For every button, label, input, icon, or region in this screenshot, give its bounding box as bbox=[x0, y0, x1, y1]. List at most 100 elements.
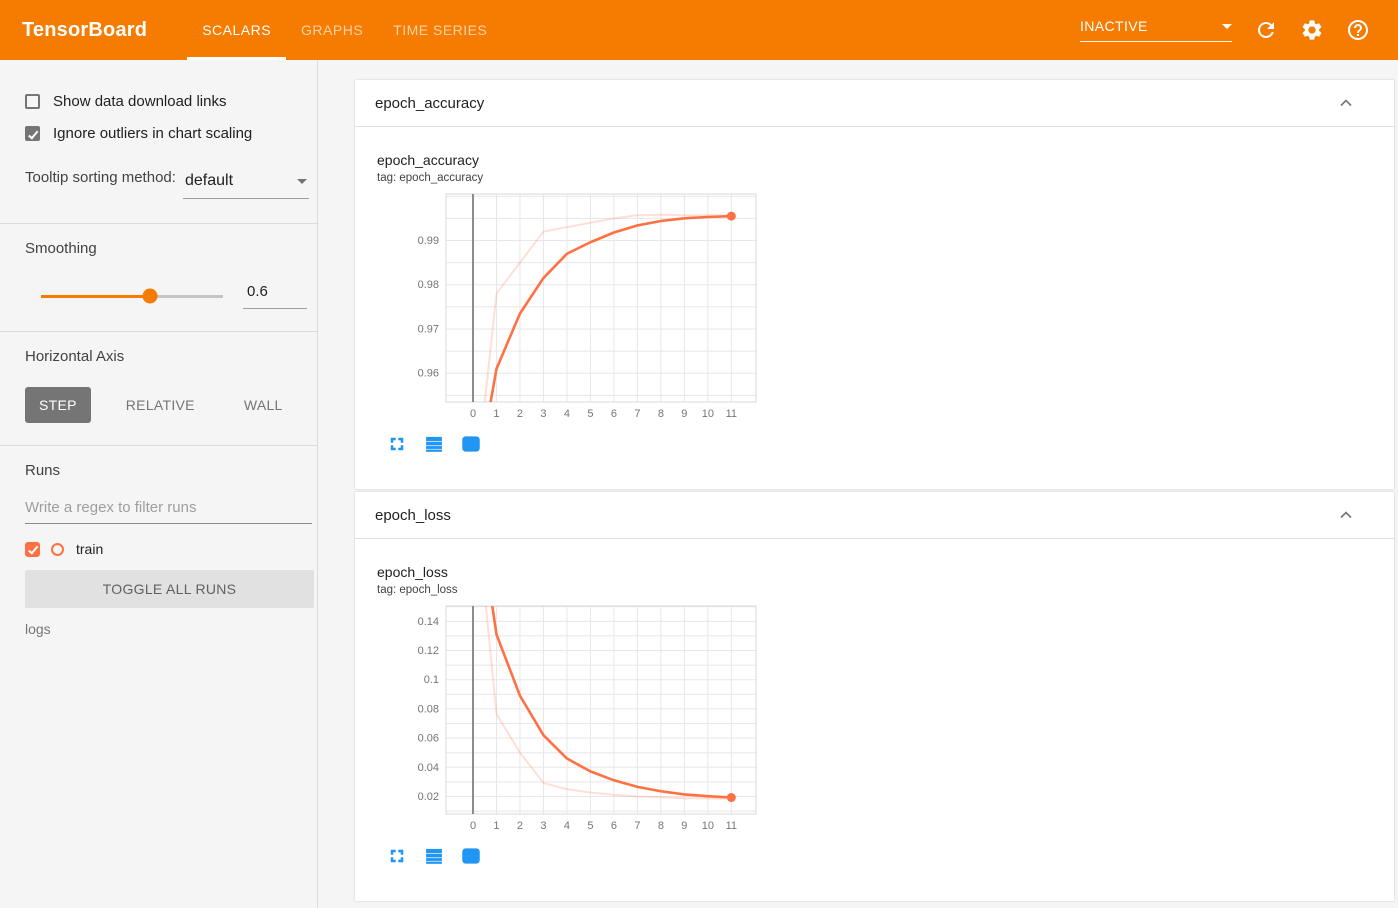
smoothing-value-input[interactable]: 0.6 bbox=[243, 283, 307, 309]
section-header-epoch-accuracy[interactable]: epoch_accuracy bbox=[355, 80, 1394, 127]
section-header-epoch-loss[interactable]: epoch_loss bbox=[355, 492, 1394, 539]
section-title: epoch_loss bbox=[375, 506, 451, 524]
wall-button[interactable]: WALL bbox=[230, 387, 297, 423]
run-status-select[interactable]: INACTIVE bbox=[1080, 18, 1232, 42]
svg-text:11: 11 bbox=[726, 408, 737, 420]
svg-text:8: 8 bbox=[658, 408, 664, 420]
step-button[interactable]: STEP bbox=[25, 387, 91, 423]
svg-text:10: 10 bbox=[702, 408, 714, 420]
show-download-links-checkbox[interactable] bbox=[25, 94, 40, 109]
svg-text:7: 7 bbox=[634, 820, 640, 832]
slider-track[interactable] bbox=[41, 294, 223, 298]
section-epoch-accuracy: epoch_accuracy epoch_accuracy tag: epoch… bbox=[355, 80, 1394, 489]
section-title: epoch_accuracy bbox=[375, 94, 485, 112]
svg-text:2: 2 bbox=[517, 820, 523, 832]
svg-text:0: 0 bbox=[470, 408, 476, 420]
chart-title: epoch_accuracy bbox=[377, 152, 479, 168]
sidebar-general-section: Show data download links Ignore outliers… bbox=[0, 60, 317, 223]
chart-title: epoch_loss bbox=[377, 564, 448, 580]
slider-thumb[interactable] bbox=[142, 288, 158, 304]
fullscreen-button[interactable] bbox=[387, 434, 407, 454]
run-item-train[interactable]: train bbox=[25, 541, 309, 557]
chart-actions bbox=[387, 846, 1394, 866]
relative-button[interactable]: RELATIVE bbox=[112, 387, 209, 423]
tensorboard-logo: TensorBoard bbox=[22, 18, 148, 41]
tooltip-sorting-row: Tooltip sorting method: default bbox=[25, 168, 309, 199]
log-scale-icon bbox=[426, 848, 442, 864]
svg-text:0.14: 0.14 bbox=[418, 616, 439, 628]
tab-graphs[interactable]: GRAPHS bbox=[286, 0, 378, 60]
tooltip-sorting-value: default bbox=[185, 172, 234, 189]
chevron-down-icon bbox=[1222, 23, 1232, 29]
sidebar-horizontal-axis-section: Horizontal Axis STEP RELATIVE WALL bbox=[0, 331, 317, 445]
gear-icon bbox=[1302, 20, 1322, 40]
collapse-section-button[interactable] bbox=[1336, 91, 1360, 115]
svg-text:0.04: 0.04 bbox=[418, 762, 439, 774]
runs-filter-input[interactable] bbox=[25, 493, 312, 524]
section-epoch-loss: epoch_loss epoch_loss tag: epoch_loss 0 1… bbox=[355, 492, 1394, 901]
svg-text:10: 10 bbox=[702, 820, 714, 832]
chevron-up-icon bbox=[1340, 511, 1352, 519]
horizontal-axis-buttons: STEP RELATIVE WALL bbox=[25, 387, 309, 423]
show-download-links-row[interactable]: Show data download links bbox=[25, 93, 309, 110]
log-scale-button[interactable] bbox=[424, 846, 444, 866]
svg-text:0.08: 0.08 bbox=[418, 703, 439, 715]
fit-domain-button[interactable] bbox=[461, 434, 481, 454]
ignore-outliers-checkbox[interactable] bbox=[25, 126, 40, 141]
svg-text:8: 8 bbox=[658, 820, 664, 832]
svg-text:3: 3 bbox=[540, 820, 546, 832]
log-scale-button[interactable] bbox=[424, 434, 444, 454]
fullscreen-icon bbox=[390, 437, 404, 451]
run-name-label: train bbox=[76, 541, 104, 557]
main-tabs: SCALARS GRAPHS TIME SERIES bbox=[187, 0, 502, 60]
sidebar-runs-section: Runs train TOGGLE ALL RUNS logs bbox=[0, 445, 317, 659]
sidebar-smoothing-section: Smoothing 0.6 bbox=[0, 223, 317, 331]
run-color-swatch[interactable] bbox=[51, 542, 64, 556]
scalar-chart-card: epoch_loss tag: epoch_loss 0 1 2 3 4 5 6 7 8 9 10 1… bbox=[377, 564, 1394, 866]
tooltip-sorting-select[interactable]: default bbox=[183, 170, 309, 199]
runs-label: Runs bbox=[25, 462, 61, 479]
toggle-all-runs-button[interactable]: TOGGLE ALL RUNS bbox=[25, 570, 314, 608]
svg-text:4: 4 bbox=[564, 820, 570, 832]
collapse-section-button[interactable] bbox=[1336, 503, 1360, 527]
svg-text:0: 0 bbox=[470, 820, 476, 832]
header-actions: INACTIVE bbox=[1080, 0, 1398, 60]
svg-text:6: 6 bbox=[611, 820, 617, 832]
fullscreen-button[interactable] bbox=[387, 846, 407, 866]
svg-text:3: 3 bbox=[540, 408, 546, 420]
tab-scalars[interactable]: SCALARS bbox=[187, 0, 287, 60]
check-icon bbox=[28, 128, 39, 139]
settings-button[interactable] bbox=[1300, 18, 1324, 42]
svg-text:0.12: 0.12 bbox=[418, 645, 439, 657]
help-button[interactable] bbox=[1346, 18, 1370, 42]
scalar-chart-svg[interactable]: 0 1 2 3 4 5 6 7 8 9 10 11 0.02 0.04 0.06 0.08 0.1 0.12 0.1… bbox=[377, 603, 761, 841]
tooltip-sorting-label: Tooltip sorting method: bbox=[25, 169, 176, 186]
svg-text:1: 1 bbox=[493, 408, 499, 420]
scalar-chart-svg[interactable]: 0 1 2 3 4 5 6 7 8 9 10 11 0.96 0.97 0.98 0.99 bbox=[377, 191, 761, 429]
chevron-down-icon bbox=[297, 178, 307, 184]
log-scale-icon bbox=[426, 436, 442, 452]
svg-text:6: 6 bbox=[611, 408, 617, 420]
fit-domain-button[interactable] bbox=[461, 846, 481, 866]
ignore-outliers-row[interactable]: Ignore outliers in chart scaling bbox=[25, 125, 309, 142]
run-checkbox-train[interactable] bbox=[25, 541, 40, 557]
svg-text:1: 1 bbox=[493, 820, 499, 832]
svg-text:0.1: 0.1 bbox=[424, 674, 439, 686]
refresh-button[interactable] bbox=[1254, 18, 1278, 42]
run-group-label: logs bbox=[25, 621, 51, 637]
main-content: epoch_accuracy epoch_accuracy tag: epoch… bbox=[318, 60, 1398, 908]
svg-text:7: 7 bbox=[634, 408, 640, 420]
svg-text:9: 9 bbox=[681, 408, 687, 420]
show-download-links-label: Show data download links bbox=[53, 93, 227, 110]
slider-fill bbox=[41, 294, 151, 298]
svg-text:9: 9 bbox=[681, 820, 687, 832]
fullscreen-icon bbox=[390, 849, 404, 863]
app-header: TensorBoard SCALARS GRAPHS TIME SERIES I… bbox=[0, 0, 1398, 60]
sidebar: Show data download links Ignore outliers… bbox=[0, 60, 318, 908]
tab-time-series[interactable]: TIME SERIES bbox=[378, 0, 502, 60]
ignore-outliers-label: Ignore outliers in chart scaling bbox=[53, 125, 253, 142]
smoothing-slider[interactable] bbox=[41, 288, 223, 304]
run-status-value: INACTIVE bbox=[1080, 18, 1148, 34]
svg-text:0.06: 0.06 bbox=[418, 733, 439, 745]
svg-text:5: 5 bbox=[587, 408, 593, 420]
